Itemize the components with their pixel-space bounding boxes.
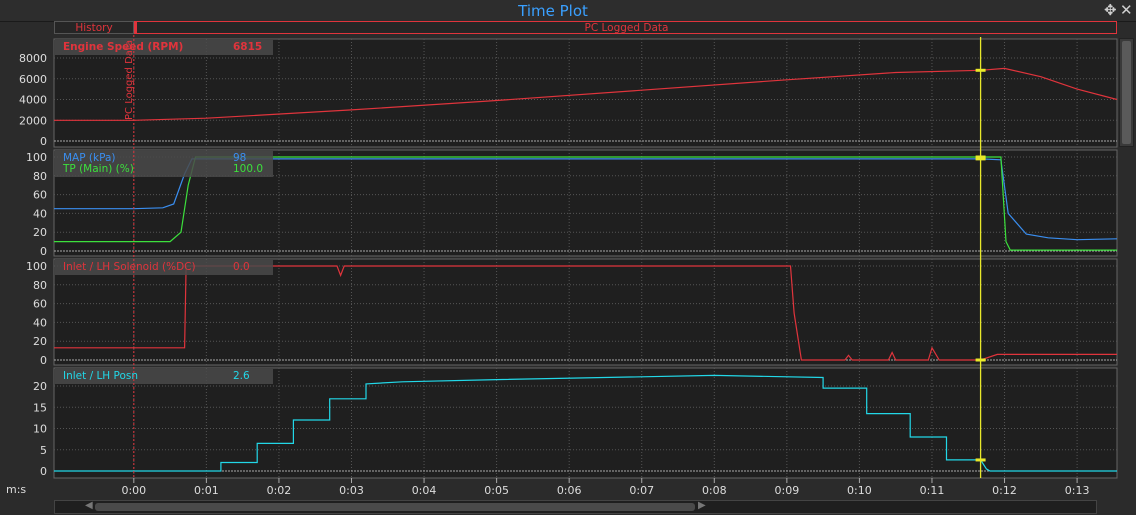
y-tick-label: 40 (33, 316, 47, 329)
plot-panel-3 (53, 367, 1118, 479)
y-tick-label: 2000 (19, 114, 47, 127)
log-start-marker-label: PC Logged Data (124, 40, 135, 120)
legend-series-readout: 2.6 (233, 370, 250, 382)
legend-series-name: Inlet / LH Solenoid (%DC) (63, 261, 196, 273)
y-tick-label: 20 (33, 226, 47, 239)
x-tick-label: 0:04 (412, 484, 437, 497)
y-tick-label: 10 (33, 423, 47, 436)
y-tick-label: 0 (40, 245, 47, 258)
horizontal-scrollbar-thumb[interactable] (95, 503, 695, 511)
y-tick-label: 5 (40, 444, 47, 457)
x-tick-label: 0:08 (702, 484, 727, 497)
y-tick-label: 6000 (19, 73, 47, 86)
legend-series-readout: 6815 (233, 41, 262, 53)
legend-series-name: TP (Main) (%) (62, 163, 134, 175)
x-tick-label: 0:13 (1065, 484, 1090, 497)
vertical-scrollbar-thumb[interactable] (1122, 41, 1131, 144)
vertical-scrollbar[interactable] (1119, 38, 1134, 147)
y-tick-label: 100 (26, 151, 47, 164)
y-tick-label: 0 (40, 354, 47, 367)
y-tick-label: 20 (33, 335, 47, 348)
y-tick-label: 8000 (19, 52, 47, 65)
legend-series-readout: 0.0 (233, 261, 250, 273)
plot-panel-0 (53, 38, 1118, 148)
x-tick-label: 0:06 (557, 484, 582, 497)
legend-series-readout: 100.0 (233, 163, 263, 175)
y-tick-label: 20 (33, 380, 47, 393)
x-tick-label: 0:02 (267, 484, 292, 497)
x-tick-label: 0:10 (847, 484, 872, 497)
y-tick-label: 0 (40, 465, 47, 478)
x-tick-label: 0:07 (629, 484, 654, 497)
y-tick-label: 4000 (19, 94, 47, 107)
y-tick-label: 40 (33, 207, 47, 220)
y-tick-label: 0 (40, 135, 47, 148)
y-tick-label: 60 (33, 189, 47, 202)
x-tick-label: 0:01 (194, 484, 219, 497)
y-tick-label: 60 (33, 298, 47, 311)
x-tick-label: 0:12 (992, 484, 1017, 497)
x-tick-label: 0:03 (339, 484, 364, 497)
y-tick-label: 15 (33, 401, 47, 414)
scroll-right-icon[interactable]: ▶ (698, 500, 706, 511)
x-tick-label: 0:09 (775, 484, 800, 497)
y-tick-label: 100 (26, 260, 47, 273)
x-tick-label: 0:11 (920, 484, 945, 497)
x-tick-label: 0:00 (121, 484, 146, 497)
legend-series-name: Inlet / LH Posn (63, 370, 138, 382)
scroll-left-icon[interactable]: ◀ (85, 500, 93, 511)
x-tick-label: 0:05 (484, 484, 509, 497)
time-unit-label: m:s (6, 483, 27, 496)
time-plot-chart[interactable]: 02000400060008000Engine Speed (RPM) 68150… (0, 0, 1136, 515)
y-tick-label: 80 (33, 279, 47, 292)
horizontal-scrollbar[interactable]: ◀ ▶ (54, 500, 1097, 514)
y-tick-label: 80 (33, 170, 47, 183)
